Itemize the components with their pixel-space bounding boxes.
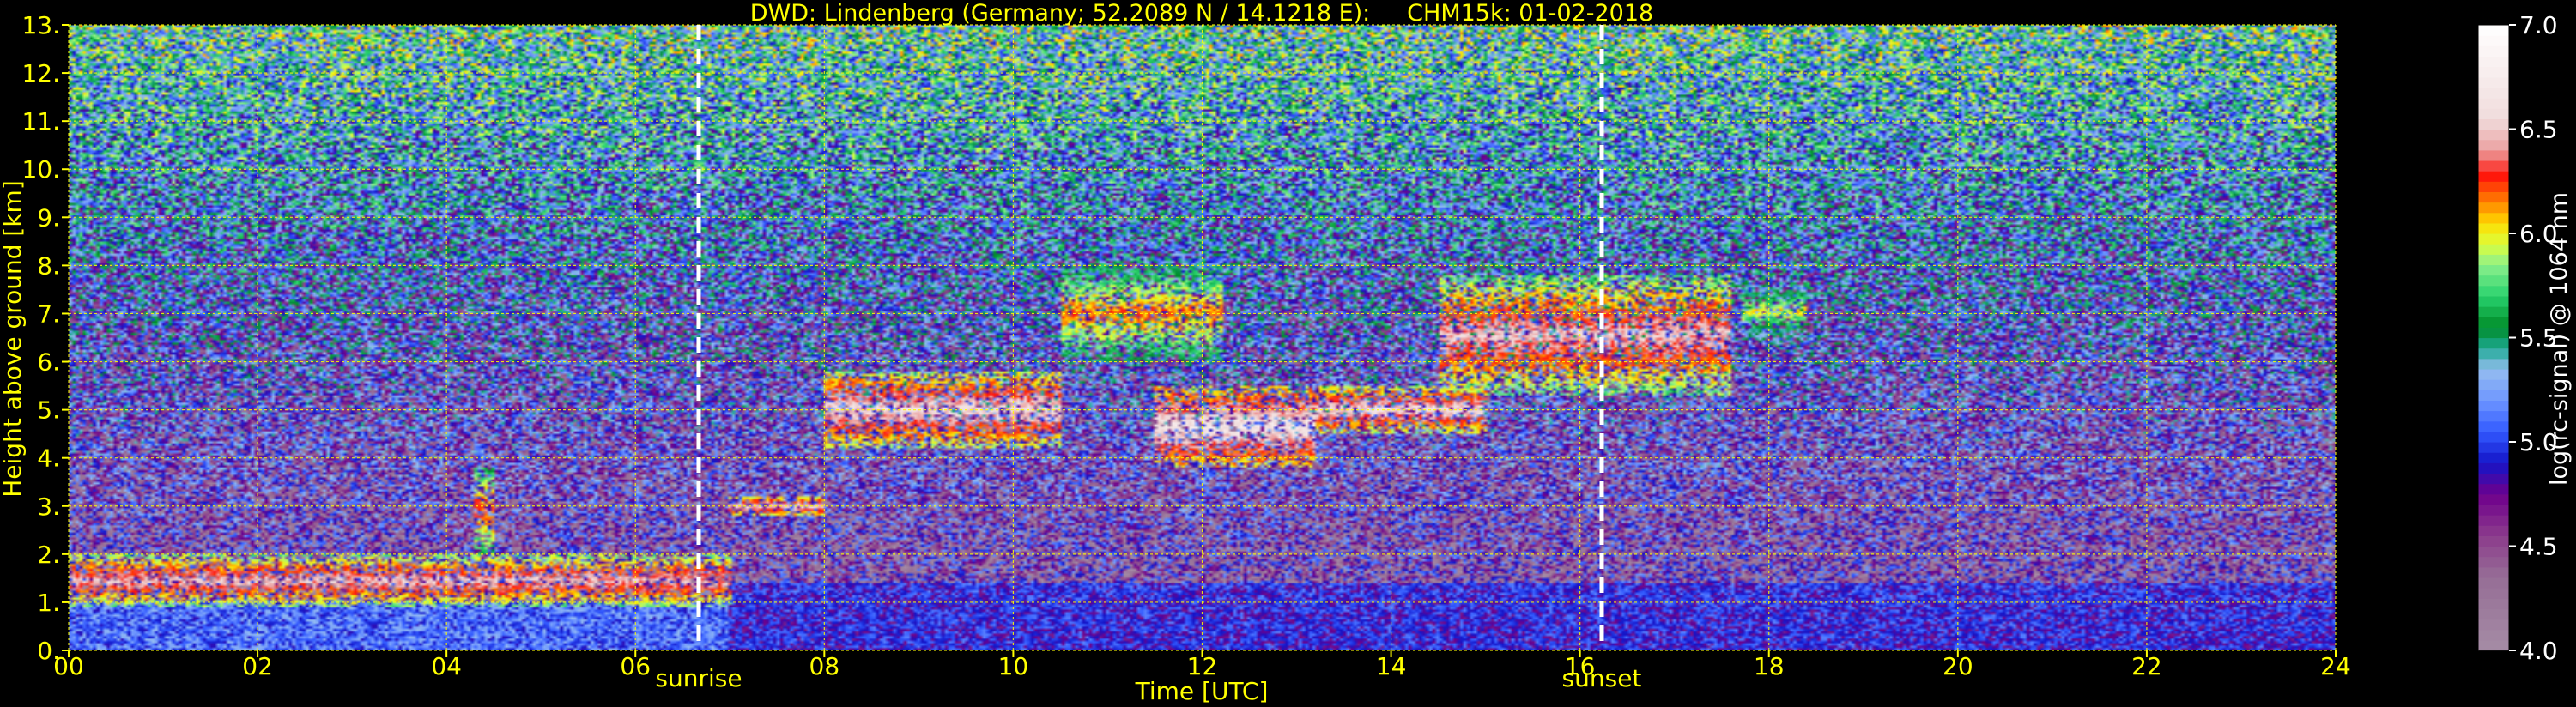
y-tick-label: 4. <box>37 444 60 473</box>
colorbar-segment <box>2478 504 2509 516</box>
colorbar-segment <box>2478 368 2509 380</box>
colorbar-segment <box>2478 629 2509 641</box>
y-tick-label: 1. <box>37 589 60 617</box>
colorbar-segment <box>2478 577 2509 589</box>
colorbar-label: log(rc-signal) @ 1064 nm <box>2546 192 2573 486</box>
colorbar-segment <box>2478 493 2509 505</box>
colorbar-tick-label: 4.5 <box>2519 533 2558 561</box>
colorbar-segment <box>2478 462 2509 474</box>
colorbar-segment <box>2478 233 2509 245</box>
colorbar-segment <box>2478 483 2509 495</box>
colorbar-segment <box>2478 535 2509 547</box>
chart-title: DWD: Lindenberg (Germany; 52.2089 N / 14… <box>750 0 1653 27</box>
y-tick-label: 12. <box>21 59 60 88</box>
colorbar-segment <box>2478 45 2509 57</box>
sunrise-label: sunrise <box>655 664 742 692</box>
x-tick-label: 18 <box>1754 652 1785 680</box>
colorbar-segment <box>2478 171 2509 182</box>
x-axis-label: Time [UTC] <box>1135 677 1269 705</box>
colorbar-segment <box>2478 160 2509 172</box>
y-tick-label: 8. <box>37 251 60 280</box>
colorbar-segment <box>2478 410 2509 422</box>
x-tick-label: 22 <box>2131 652 2162 680</box>
colorbar-segment <box>2478 139 2509 151</box>
colorbar-segment <box>2478 76 2509 88</box>
x-tick-label: 16 <box>1565 652 1596 680</box>
x-tick-label: 10 <box>998 652 1029 680</box>
colorbar-segment <box>2478 327 2509 339</box>
colorbar-segment <box>2478 87 2509 99</box>
colorbar-segment <box>2478 295 2509 307</box>
colorbar-segment <box>2478 379 2509 390</box>
y-tick-label: 6. <box>37 348 60 377</box>
y-tick-label: 9. <box>37 203 60 232</box>
y-tick-label: 5. <box>37 396 60 425</box>
colorbar-segment <box>2478 639 2509 651</box>
lidar-chart: sunrise sunset 00 02 04 06 08 10 12 14 16 18 20 22 24… <box>0 0 2576 707</box>
y-tick-label: 0. <box>37 637 60 665</box>
colorbar-segment <box>2478 108 2509 119</box>
colorbar-segment <box>2478 420 2509 432</box>
colorbar-segment <box>2478 222 2509 234</box>
x-tick-label: 04 <box>431 652 462 680</box>
colorbar-segment <box>2478 264 2509 276</box>
colorbar-segment <box>2478 566 2509 578</box>
colorbar-segment <box>2478 337 2509 349</box>
colorbar-segment <box>2478 212 2509 224</box>
colorbar-segment <box>2478 473 2509 485</box>
colorbar-segment <box>2478 546 2509 558</box>
colorbar-segment <box>2478 431 2509 443</box>
x-tick-label: 06 <box>620 652 651 680</box>
colorbar-segment <box>2478 598 2509 609</box>
colorbar-segment <box>2478 244 2509 255</box>
colorbar-segment <box>2478 358 2509 370</box>
colorbar-segment <box>2478 556 2509 568</box>
colorbar-tick-label: 4.0 <box>2519 637 2558 665</box>
x-tick-label: 08 <box>809 652 840 680</box>
y-tick-label: 10. <box>21 155 60 184</box>
y-tick-label: 7. <box>37 299 60 328</box>
y-tick-label: 3. <box>37 492 60 521</box>
colorbar-segment <box>2478 98 2509 109</box>
colorbar-tick-label: 7.0 <box>2519 11 2558 39</box>
colorbar-segment <box>2478 515 2509 526</box>
colorbar-segment <box>2478 588 2509 599</box>
colorbar-segment <box>2478 129 2509 141</box>
colorbar-segment <box>2478 66 2509 78</box>
colorbar-segment <box>2478 56 2509 68</box>
colorbar-segment <box>2478 608 2509 620</box>
colorbar-segment <box>2478 191 2509 203</box>
colorbar-segment <box>2478 306 2509 317</box>
colorbar-segment <box>2478 442 2509 453</box>
colorbar-segment <box>2478 149 2509 161</box>
colorbar-segment <box>2478 452 2509 463</box>
colorbar-tick-label: 6.5 <box>2519 116 2558 144</box>
x-tick-label: 20 <box>1943 652 1973 680</box>
colorbar-segment <box>2478 254 2509 266</box>
colorbar-segment <box>2478 181 2509 192</box>
y-tick-label: 13. <box>21 11 60 39</box>
y-axis-label: Height above ground [km] <box>0 180 27 498</box>
x-tick-label: 24 <box>2320 652 2351 680</box>
colorbar-segment <box>2478 35 2509 46</box>
colorbar-segment <box>2478 285 2509 297</box>
colorbar-segment <box>2478 317 2509 328</box>
colorbar-segment <box>2478 118 2509 130</box>
colorbar-segment <box>2478 202 2509 214</box>
colorbar-segment <box>2478 275 2509 287</box>
colorbar-segment <box>2478 525 2509 536</box>
colorbar-segment <box>2478 347 2509 360</box>
colorbar-segment <box>2478 400 2509 412</box>
colorbar-segment <box>2478 619 2509 631</box>
colorbar-segment <box>2478 390 2509 401</box>
x-tick-label: 02 <box>242 652 273 680</box>
y-tick-label: 2. <box>37 541 60 569</box>
x-tick-label: 14 <box>1376 652 1407 680</box>
colorbar-segment <box>2478 25 2509 36</box>
y-tick-label: 11. <box>21 107 60 136</box>
